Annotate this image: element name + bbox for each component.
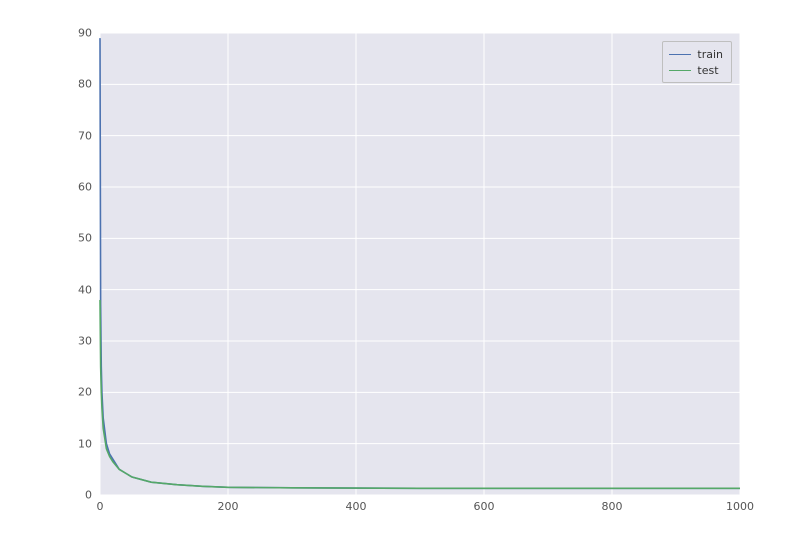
x-tick-label: 400 [346, 500, 367, 513]
y-tick-label: 20 [78, 386, 92, 399]
plot-svg [100, 33, 740, 495]
x-tick-label: 800 [602, 500, 623, 513]
plot-area: train test [100, 33, 740, 495]
figure: train test 0 200 400 600 800 1000 0 10 2… [0, 0, 800, 550]
legend-swatch-icon [669, 54, 691, 55]
y-tick-label: 90 [78, 27, 92, 40]
y-tick-label: 40 [78, 283, 92, 296]
y-tick-label: 50 [78, 232, 92, 245]
y-tick-label: 0 [85, 489, 92, 502]
y-tick-label: 60 [78, 181, 92, 194]
legend: train test [662, 41, 732, 83]
legend-swatch-icon [669, 70, 691, 71]
x-tick-label: 600 [474, 500, 495, 513]
legend-label: train [697, 48, 723, 61]
series-test [100, 300, 740, 488]
y-tick-label: 10 [78, 437, 92, 450]
series-train [100, 38, 740, 488]
x-tick-label: 0 [97, 500, 104, 513]
x-tick-label: 1000 [726, 500, 754, 513]
y-tick-label: 30 [78, 335, 92, 348]
y-tick-label: 70 [78, 129, 92, 142]
legend-label: test [697, 64, 718, 77]
x-tick-label: 200 [218, 500, 239, 513]
legend-item-test: test [669, 62, 723, 78]
y-tick-label: 80 [78, 78, 92, 91]
legend-item-train: train [669, 46, 723, 62]
